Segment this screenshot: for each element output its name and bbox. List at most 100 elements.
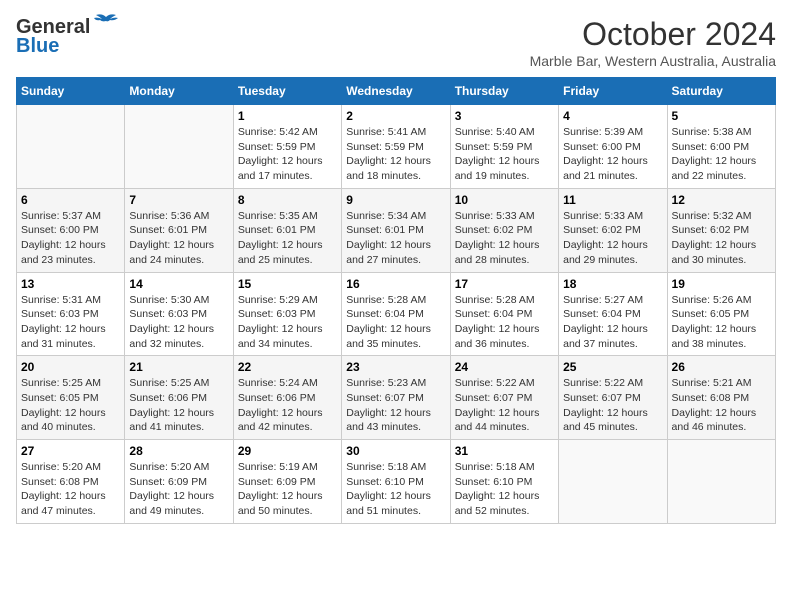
day-number: 7 xyxy=(129,193,228,207)
day-number: 8 xyxy=(238,193,337,207)
day-number: 23 xyxy=(346,360,445,374)
day-info: Sunrise: 5:31 AM Sunset: 6:03 PM Dayligh… xyxy=(21,293,120,352)
day-info: Sunrise: 5:18 AM Sunset: 6:10 PM Dayligh… xyxy=(346,460,445,519)
day-number: 9 xyxy=(346,193,445,207)
day-info: Sunrise: 5:33 AM Sunset: 6:02 PM Dayligh… xyxy=(563,209,662,268)
day-number: 28 xyxy=(129,444,228,458)
day-number: 17 xyxy=(455,277,554,291)
calendar-cell: 22 Sunrise: 5:24 AM Sunset: 6:06 PM Dayli… xyxy=(233,356,341,440)
header-day-friday: Friday xyxy=(559,78,667,105)
day-number: 25 xyxy=(563,360,662,374)
calendar-cell: 19Sunrise: 5:26 AM Sunset: 6:05 PM Dayli… xyxy=(667,272,775,356)
week-row-5: 27 Sunrise: 5:20 AM Sunset: 6:08 PM Dayli… xyxy=(17,440,776,524)
day-number: 27 xyxy=(21,444,120,458)
day-number: 4 xyxy=(563,109,662,123)
day-info: Sunrise: 5:22 AM Sunset: 6:07 PM Dayligh… xyxy=(563,376,662,435)
day-number: 24 xyxy=(455,360,554,374)
day-number: 20 xyxy=(21,360,120,374)
month-title: October 2024 xyxy=(530,16,776,53)
header-day-monday: Monday xyxy=(125,78,233,105)
week-row-1: 1Sunrise: 5:42 AM Sunset: 5:59 PM Daylig… xyxy=(17,105,776,189)
calendar-cell: 25 Sunrise: 5:22 AM Sunset: 6:07 PM Dayli… xyxy=(559,356,667,440)
day-number: 2 xyxy=(346,109,445,123)
calendar-cell: 23Sunrise: 5:23 AM Sunset: 6:07 PM Dayli… xyxy=(342,356,450,440)
day-number: 19 xyxy=(672,277,771,291)
calendar-header: SundayMondayTuesdayWednesdayThursdayFrid… xyxy=(17,78,776,105)
day-info: Sunrise: 5:40 AM Sunset: 5:59 PM Dayligh… xyxy=(455,125,554,184)
header-day-sunday: Sunday xyxy=(17,78,125,105)
calendar-cell: 20Sunrise: 5:25 AM Sunset: 6:05 PM Dayli… xyxy=(17,356,125,440)
title-block: October 2024 Marble Bar, Western Austral… xyxy=(530,16,776,69)
day-number: 29 xyxy=(238,444,337,458)
day-info: Sunrise: 5:22 AM Sunset: 6:07 PM Dayligh… xyxy=(455,376,554,435)
header-day-wednesday: Wednesday xyxy=(342,78,450,105)
calendar-cell: 5 Sunrise: 5:38 AM Sunset: 6:00 PM Daylig… xyxy=(667,105,775,189)
day-info: Sunrise: 5:30 AM Sunset: 6:03 PM Dayligh… xyxy=(129,293,228,352)
day-number: 14 xyxy=(129,277,228,291)
week-row-3: 13 Sunrise: 5:31 AM Sunset: 6:03 PM Dayli… xyxy=(17,272,776,356)
calendar-cell: 24 Sunrise: 5:22 AM Sunset: 6:07 PM Dayli… xyxy=(450,356,558,440)
day-number: 6 xyxy=(21,193,120,207)
day-number: 18 xyxy=(563,277,662,291)
calendar-cell xyxy=(667,440,775,524)
calendar-cell: 27 Sunrise: 5:20 AM Sunset: 6:08 PM Dayli… xyxy=(17,440,125,524)
day-number: 13 xyxy=(21,277,120,291)
day-info: Sunrise: 5:37 AM Sunset: 6:00 PM Dayligh… xyxy=(21,209,120,268)
day-number: 16 xyxy=(346,277,445,291)
day-info: Sunrise: 5:39 AM Sunset: 6:00 PM Dayligh… xyxy=(563,125,662,184)
header-day-thursday: Thursday xyxy=(450,78,558,105)
calendar-cell: 17 Sunrise: 5:28 AM Sunset: 6:04 PM Dayli… xyxy=(450,272,558,356)
calendar-cell xyxy=(125,105,233,189)
day-number: 12 xyxy=(672,193,771,207)
calendar-cell: 31Sunrise: 5:18 AM Sunset: 6:10 PM Dayli… xyxy=(450,440,558,524)
day-info: Sunrise: 5:38 AM Sunset: 6:00 PM Dayligh… xyxy=(672,125,771,184)
calendar-cell: 28Sunrise: 5:20 AM Sunset: 6:09 PM Dayli… xyxy=(125,440,233,524)
day-info: Sunrise: 5:42 AM Sunset: 5:59 PM Dayligh… xyxy=(238,125,337,184)
calendar-cell: 29Sunrise: 5:19 AM Sunset: 6:09 PM Dayli… xyxy=(233,440,341,524)
day-info: Sunrise: 5:41 AM Sunset: 5:59 PM Dayligh… xyxy=(346,125,445,184)
day-number: 21 xyxy=(129,360,228,374)
calendar-cell: 7 Sunrise: 5:36 AM Sunset: 6:01 PM Daylig… xyxy=(125,188,233,272)
day-info: Sunrise: 5:33 AM Sunset: 6:02 PM Dayligh… xyxy=(455,209,554,268)
day-info: Sunrise: 5:25 AM Sunset: 6:06 PM Dayligh… xyxy=(129,376,228,435)
calendar-cell: 8 Sunrise: 5:35 AM Sunset: 6:01 PM Daylig… xyxy=(233,188,341,272)
week-row-2: 6 Sunrise: 5:37 AM Sunset: 6:00 PM Daylig… xyxy=(17,188,776,272)
calendar-cell: 11 Sunrise: 5:33 AM Sunset: 6:02 PM Dayli… xyxy=(559,188,667,272)
calendar-cell: 1Sunrise: 5:42 AM Sunset: 5:59 PM Daylig… xyxy=(233,105,341,189)
calendar-cell: 4 Sunrise: 5:39 AM Sunset: 6:00 PM Daylig… xyxy=(559,105,667,189)
week-row-4: 20Sunrise: 5:25 AM Sunset: 6:05 PM Dayli… xyxy=(17,356,776,440)
location-title: Marble Bar, Western Australia, Australia xyxy=(530,53,776,69)
header-day-saturday: Saturday xyxy=(667,78,775,105)
header-row: SundayMondayTuesdayWednesdayThursdayFrid… xyxy=(17,78,776,105)
calendar-cell: 3 Sunrise: 5:40 AM Sunset: 5:59 PM Daylig… xyxy=(450,105,558,189)
day-info: Sunrise: 5:28 AM Sunset: 6:04 PM Dayligh… xyxy=(346,293,445,352)
day-info: Sunrise: 5:21 AM Sunset: 6:08 PM Dayligh… xyxy=(672,376,771,435)
day-number: 11 xyxy=(563,193,662,207)
calendar-cell: 15Sunrise: 5:29 AM Sunset: 6:03 PM Dayli… xyxy=(233,272,341,356)
day-info: Sunrise: 5:24 AM Sunset: 6:06 PM Dayligh… xyxy=(238,376,337,435)
day-info: Sunrise: 5:34 AM Sunset: 6:01 PM Dayligh… xyxy=(346,209,445,268)
day-number: 10 xyxy=(455,193,554,207)
calendar-cell xyxy=(17,105,125,189)
calendar-cell: 6 Sunrise: 5:37 AM Sunset: 6:00 PM Daylig… xyxy=(17,188,125,272)
day-number: 5 xyxy=(672,109,771,123)
day-info: Sunrise: 5:28 AM Sunset: 6:04 PM Dayligh… xyxy=(455,293,554,352)
day-info: Sunrise: 5:36 AM Sunset: 6:01 PM Dayligh… xyxy=(129,209,228,268)
day-number: 30 xyxy=(346,444,445,458)
day-info: Sunrise: 5:35 AM Sunset: 6:01 PM Dayligh… xyxy=(238,209,337,268)
calendar-cell: 18Sunrise: 5:27 AM Sunset: 6:04 PM Dayli… xyxy=(559,272,667,356)
calendar-cell: 14 Sunrise: 5:30 AM Sunset: 6:03 PM Dayli… xyxy=(125,272,233,356)
day-number: 22 xyxy=(238,360,337,374)
calendar-cell: 26Sunrise: 5:21 AM Sunset: 6:08 PM Dayli… xyxy=(667,356,775,440)
day-info: Sunrise: 5:20 AM Sunset: 6:08 PM Dayligh… xyxy=(21,460,120,519)
calendar-cell: 16 Sunrise: 5:28 AM Sunset: 6:04 PM Dayli… xyxy=(342,272,450,356)
day-number: 3 xyxy=(455,109,554,123)
page-header: General Blue October 2024 Marble Bar, We… xyxy=(16,16,776,69)
day-info: Sunrise: 5:29 AM Sunset: 6:03 PM Dayligh… xyxy=(238,293,337,352)
day-info: Sunrise: 5:32 AM Sunset: 6:02 PM Dayligh… xyxy=(672,209,771,268)
calendar-table: SundayMondayTuesdayWednesdayThursdayFrid… xyxy=(16,77,776,524)
calendar-cell: 21 Sunrise: 5:25 AM Sunset: 6:06 PM Dayli… xyxy=(125,356,233,440)
calendar-body: 1Sunrise: 5:42 AM Sunset: 5:59 PM Daylig… xyxy=(17,105,776,524)
calendar-cell: 9 Sunrise: 5:34 AM Sunset: 6:01 PM Daylig… xyxy=(342,188,450,272)
calendar-cell: 12 Sunrise: 5:32 AM Sunset: 6:02 PM Dayli… xyxy=(667,188,775,272)
